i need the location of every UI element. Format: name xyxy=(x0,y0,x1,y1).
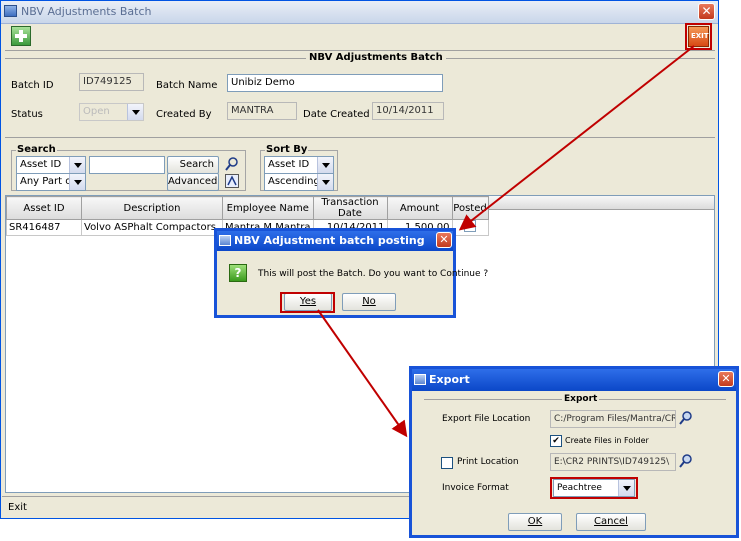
arrow-yes-to-export xyxy=(317,309,408,438)
annotation-arrows xyxy=(317,45,695,438)
arrow-exit-to-dialog xyxy=(458,45,695,231)
